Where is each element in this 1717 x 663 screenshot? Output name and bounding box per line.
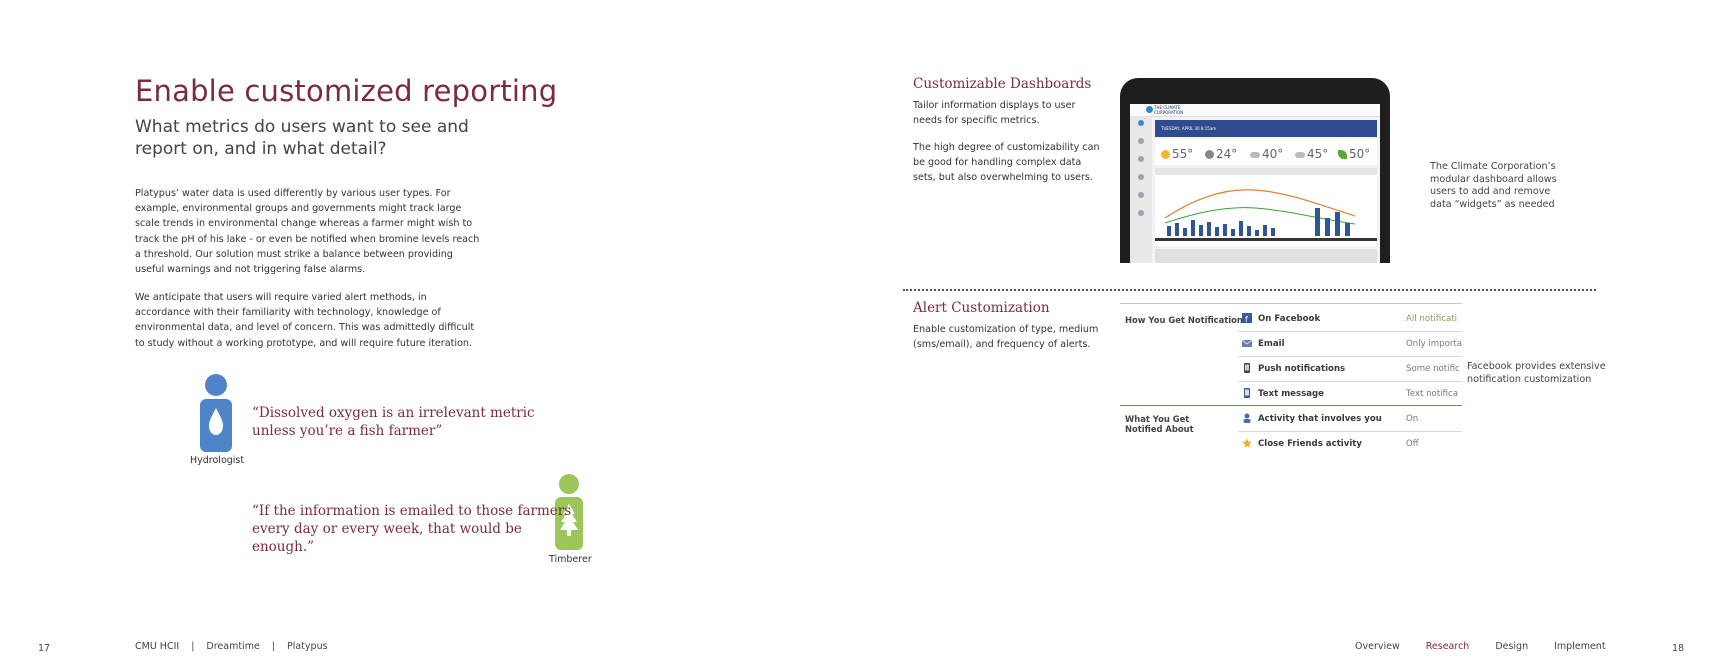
body-paragraph-2: We anticipate that users will require va…	[135, 292, 475, 349]
alert-heading: Alert Customization	[913, 300, 1050, 316]
page-title: Enable customized reporting	[135, 74, 558, 108]
dashboard-banner: TUESDAY, APRIL 30 8:15am	[1155, 120, 1377, 137]
notif-row-facebook[interactable]: f On Facebook All notificati	[1238, 307, 1462, 332]
phone-icon	[1244, 363, 1250, 373]
dashboard-topbar: THE CLIMATE CORPORATION	[1130, 104, 1380, 117]
group-label-how: How You Get Notifications	[1125, 315, 1248, 325]
facebook-icon: f	[1242, 313, 1252, 323]
nav-implement[interactable]: Implement	[1554, 641, 1605, 652]
sidebar-dot-icon	[1138, 138, 1144, 144]
dashboards-heading: Customizable Dashboards	[913, 76, 1092, 92]
dashboards-description-2: The high degree of customizability can b…	[913, 142, 1100, 184]
nav-overview[interactable]: Overview	[1355, 641, 1400, 652]
notif-row-activity[interactable]: Activity that involves you On	[1238, 407, 1462, 432]
table-top-line	[1120, 303, 1462, 304]
notif-row-email[interactable]: Email Only importa	[1238, 332, 1462, 357]
gauge-icon	[1205, 150, 1214, 159]
facebook-notifications-screenshot: How You Get Notifications What You Get N…	[1120, 303, 1462, 455]
alert-description: Enable customization of type, medium (sm…	[913, 324, 1099, 351]
weather-item: 55°	[1161, 147, 1193, 161]
breadcrumb-item: CMU HCII	[135, 641, 180, 652]
body-paragraph-1: Platypus’ water data is used differently…	[135, 188, 480, 276]
sidebar-dot-icon	[1138, 210, 1144, 216]
sms-icon	[1244, 388, 1250, 398]
dashboard-screen: THE CLIMATE CORPORATION TUESDAY, APRIL 3…	[1130, 104, 1380, 263]
dashboard-sidebar	[1130, 116, 1152, 263]
climate-logo-icon	[1146, 106, 1153, 113]
section-nav: Overview Research Design Implement	[1355, 641, 1632, 652]
email-icon	[1242, 339, 1252, 347]
page-subtitle: What metrics do users want to see and re…	[135, 117, 469, 159]
notif-row-text[interactable]: Text message Text notifica	[1238, 382, 1462, 406]
tablet-screenshot: THE CLIMATE CORPORATION TUESDAY, APRIL 3…	[1120, 78, 1390, 263]
sun-icon	[1161, 150, 1170, 159]
leaf-icon	[1338, 150, 1347, 159]
quote-hydrologist: “Dissolved oxygen is an irrelevant metri…	[252, 405, 535, 439]
hydrologist-label: Hydrologist	[190, 455, 245, 466]
page-number-right: 18	[1672, 643, 1685, 654]
person-icon	[1243, 413, 1251, 423]
cloud-icon	[1250, 151, 1260, 158]
dashboard-caption: The Climate Corporation’s modular dashbo…	[1430, 161, 1557, 210]
breadcrumb: CMU HCII | Dreamtime | Platypus	[135, 641, 328, 652]
table-group-line	[1120, 405, 1462, 406]
dashboard-logo-text: THE CLIMATE CORPORATION	[1154, 105, 1184, 115]
dashboard-chart-widget	[1155, 168, 1377, 246]
notif-row-close-friends[interactable]: Close Friends activity Off	[1238, 432, 1462, 456]
breadcrumb-item: Dreamtime	[206, 641, 260, 652]
nav-design[interactable]: Design	[1495, 641, 1528, 652]
breadcrumb-separator: |	[191, 641, 195, 652]
weather-strip: 55° 24° 40° 45° 50°	[1155, 139, 1377, 165]
hydrologist-person-icon	[200, 374, 232, 452]
forecast-chart-graphic	[1155, 168, 1377, 241]
sidebar-dot-icon	[1138, 120, 1144, 126]
facebook-caption: Facebook provides extensive notification…	[1467, 361, 1606, 385]
sidebar-dot-icon	[1138, 192, 1144, 198]
weather-item: 24°	[1205, 147, 1237, 161]
page-number-left: 17	[38, 643, 51, 654]
svg-text:f: f	[1245, 315, 1248, 323]
sidebar-dot-icon	[1138, 156, 1144, 162]
cloud-icon	[1295, 151, 1305, 158]
weather-item: 40°	[1250, 147, 1283, 161]
dashboard-bottom-widgets	[1155, 249, 1377, 263]
breadcrumb-separator: |	[271, 641, 275, 652]
quote-timberer: “If the information is emailed to those …	[252, 503, 572, 555]
weather-item: 45°	[1295, 147, 1328, 161]
group-label-what: What You Get Notified About	[1125, 414, 1194, 434]
star-icon	[1242, 438, 1252, 448]
nav-research[interactable]: Research	[1426, 641, 1470, 652]
dashboard-date: TUESDAY, APRIL 30 8:15am	[1161, 126, 1217, 131]
notif-row-push[interactable]: Push notifications Some notific	[1238, 357, 1462, 382]
weather-item: 50°	[1338, 147, 1370, 161]
section-divider	[903, 289, 1596, 291]
sidebar-dot-icon	[1138, 174, 1144, 180]
breadcrumb-item: Platypus	[287, 641, 328, 652]
dashboards-description-1: Tailor information displays to user need…	[913, 100, 1076, 127]
